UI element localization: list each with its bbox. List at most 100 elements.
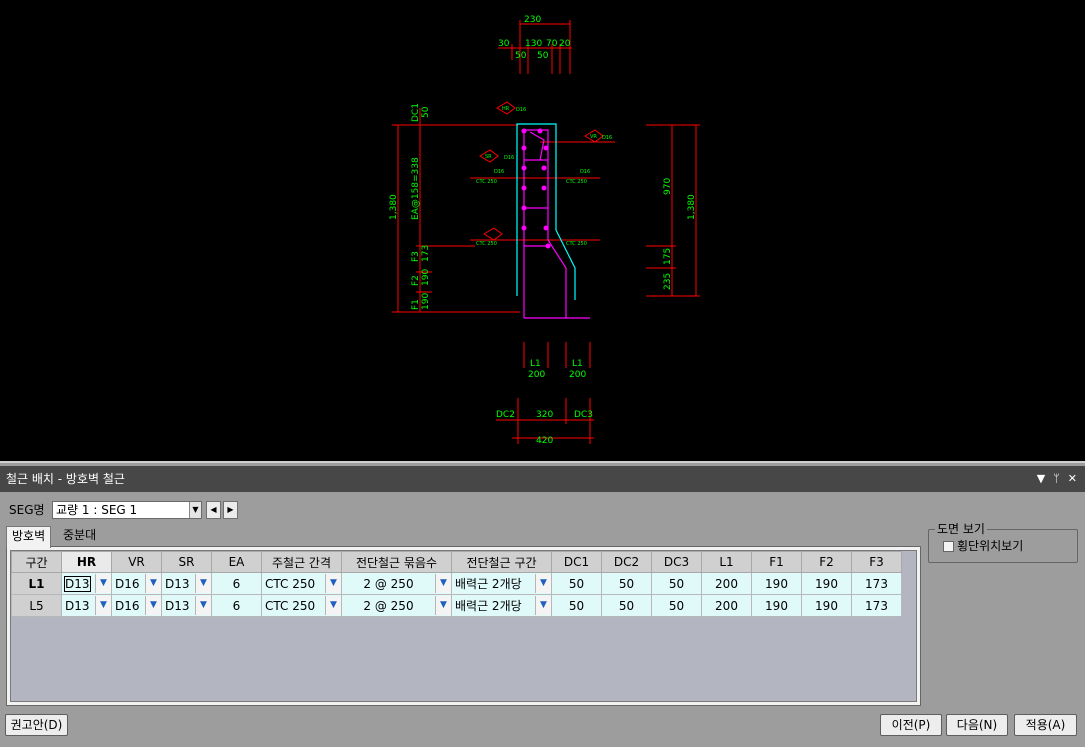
f1-cell[interactable]: 190 bbox=[751, 572, 802, 595]
ea-cell[interactable]: 6 bbox=[211, 594, 262, 617]
seg-select[interactable]: 교량 1 : SEG 1 ▼ bbox=[52, 501, 202, 519]
bundle-value: 2 @ 250 bbox=[363, 576, 414, 591]
chevron-down-icon[interactable]: ▼ bbox=[325, 574, 341, 593]
chevron-down-icon[interactable]: ▼ bbox=[535, 596, 551, 615]
dc1-cell[interactable]: 50 bbox=[551, 572, 602, 595]
svg-text:D16: D16 bbox=[516, 107, 526, 113]
spacing-value: CTC 250 bbox=[265, 576, 316, 591]
f2-cell[interactable]: 190 bbox=[801, 572, 852, 595]
chevron-down-icon[interactable]: ▼ bbox=[189, 502, 201, 518]
chevron-down-icon[interactable]: ▼ bbox=[95, 596, 111, 615]
col-header[interactable]: EA bbox=[211, 551, 262, 573]
svg-text:420: 420 bbox=[536, 436, 553, 446]
col-header[interactable]: HR bbox=[61, 551, 112, 573]
next-button[interactable]: 다음(N) bbox=[946, 714, 1008, 736]
view-options-group: 도면 보기 횡단위치보기 bbox=[928, 522, 1078, 563]
col-header[interactable]: F1 bbox=[751, 551, 802, 573]
dimension-lines bbox=[392, 20, 700, 444]
bundle-combo[interactable]: 2 @ 250 ▼ bbox=[341, 594, 452, 617]
sr-combo[interactable]: D13 ▼ bbox=[161, 572, 212, 595]
svg-text:200: 200 bbox=[569, 370, 586, 380]
vr-combo[interactable]: D16 ▼ bbox=[111, 572, 162, 595]
col-header[interactable]: VR bbox=[111, 551, 162, 573]
section-combo[interactable]: 배력근 2개당 ▼ bbox=[451, 594, 552, 617]
dc1-cell[interactable]: 50 bbox=[551, 594, 602, 617]
rebar-table: 구간 HR VR SR EA 주철근 간격 전단철근 묶음수 전단철근 구간 D… bbox=[11, 551, 902, 617]
hr-combo[interactable]: D13 ▼ bbox=[61, 572, 112, 595]
dc2-cell[interactable]: 50 bbox=[601, 572, 652, 595]
chevron-down-icon[interactable]: ▼ bbox=[145, 574, 161, 593]
close-icon[interactable]: ✕ bbox=[1068, 466, 1077, 492]
svg-text:EA@158=338: EA@158=338 bbox=[411, 157, 421, 220]
chevron-down-icon[interactable]: ▼ bbox=[325, 596, 341, 615]
next-seg-button[interactable]: ▶ bbox=[223, 501, 238, 519]
ea-cell[interactable]: 6 bbox=[211, 572, 262, 595]
spacing-combo[interactable]: CTC 250 ▼ bbox=[261, 594, 342, 617]
panel-title: 철근 배치 - 방호벽 철근 bbox=[6, 472, 125, 486]
row-name[interactable]: L1 bbox=[11, 572, 62, 595]
svg-text:D16: D16 bbox=[494, 169, 504, 175]
svg-text:30: 30 bbox=[498, 39, 510, 49]
svg-text:130: 130 bbox=[525, 39, 542, 49]
col-header[interactable]: SR bbox=[161, 551, 212, 573]
col-header[interactable]: 구간 bbox=[11, 551, 62, 573]
dc3-cell[interactable]: 50 bbox=[651, 594, 702, 617]
col-header[interactable]: 전단철근 구간 bbox=[451, 551, 552, 573]
hr-combo[interactable]: D13 ▼ bbox=[61, 594, 112, 617]
rebar-grid[interactable]: 구간 HR VR SR EA 주철근 간격 전단철근 묶음수 전단철근 구간 D… bbox=[10, 550, 917, 702]
prev-button[interactable]: 이전(P) bbox=[880, 714, 942, 736]
view-group-title: 도면 보기 bbox=[935, 522, 987, 536]
dc2-cell[interactable]: 50 bbox=[601, 594, 652, 617]
tab-barrier[interactable]: 방호벽 bbox=[6, 526, 52, 548]
svg-text:50: 50 bbox=[537, 51, 549, 61]
chevron-down-icon[interactable]: ▼ bbox=[535, 574, 551, 593]
col-header[interactable]: L1 bbox=[701, 551, 752, 573]
col-header[interactable]: 주철근 간격 bbox=[261, 551, 342, 573]
cross-section-label[interactable]: 횡단위치보기 bbox=[957, 538, 1023, 554]
chevron-down-icon[interactable]: ▼ bbox=[195, 596, 211, 615]
recommend-button[interactable]: 권고안(D) bbox=[5, 714, 68, 736]
svg-text:DC2: DC2 bbox=[496, 410, 515, 420]
f3-cell[interactable]: 173 bbox=[851, 594, 902, 617]
col-header[interactable]: DC3 bbox=[651, 551, 702, 573]
table-row[interactable]: L5 D13 ▼ D16 ▼ D13 ▼ 6 CTC 250 ▼ 2 @ 250 ▼ 배력… bbox=[11, 594, 902, 617]
f3-cell[interactable]: 173 bbox=[851, 572, 902, 595]
l1-cell[interactable]: 200 bbox=[701, 594, 752, 617]
cross-section-checkbox[interactable] bbox=[943, 541, 954, 552]
menu-dropdown-icon[interactable]: ▼ bbox=[1037, 466, 1045, 492]
chevron-down-icon[interactable]: ▼ bbox=[95, 574, 111, 593]
chevron-down-icon[interactable]: ▼ bbox=[435, 574, 451, 593]
bundle-combo[interactable]: 2 @ 250 ▼ bbox=[341, 572, 452, 595]
l1-cell[interactable]: 200 bbox=[701, 572, 752, 595]
svg-text:230: 230 bbox=[524, 15, 541, 25]
col-header[interactable]: DC2 bbox=[601, 551, 652, 573]
grid-frame: 구간 HR VR SR EA 주철근 간격 전단철근 묶음수 전단철근 구간 D… bbox=[6, 546, 921, 706]
drawing-canvas[interactable]: 230 30 130 70 20 50 50 DC1 50 EA@158=338… bbox=[0, 0, 1085, 463]
sr-combo[interactable]: D13 ▼ bbox=[161, 594, 212, 617]
svg-text:320: 320 bbox=[536, 410, 553, 420]
section-combo[interactable]: 배력근 2개당 ▼ bbox=[451, 572, 552, 595]
tab-median[interactable]: 중분대 bbox=[58, 526, 101, 546]
col-header[interactable]: F3 bbox=[851, 551, 902, 573]
pin-icon[interactable]: ᛘ bbox=[1053, 466, 1060, 492]
spacing-value: CTC 250 bbox=[265, 598, 316, 613]
prev-seg-button[interactable]: ◀ bbox=[206, 501, 221, 519]
table-row[interactable]: L1 D13 ▼ D16 ▼ D13 ▼ 6 CTC 250 ▼ 2 @ 250 ▼ 배력… bbox=[11, 572, 902, 595]
arrow-left-icon: ◀ bbox=[210, 505, 217, 514]
f1-cell[interactable]: 190 bbox=[751, 594, 802, 617]
rebar-dots bbox=[521, 128, 551, 249]
spacing-combo[interactable]: CTC 250 ▼ bbox=[261, 572, 342, 595]
dc3-cell[interactable]: 50 bbox=[651, 572, 702, 595]
chevron-down-icon[interactable]: ▼ bbox=[145, 596, 161, 615]
col-header[interactable]: 전단철근 묶음수 bbox=[341, 551, 452, 573]
col-header[interactable]: F2 bbox=[801, 551, 852, 573]
chevron-down-icon[interactable]: ▼ bbox=[195, 574, 211, 593]
row-name[interactable]: L5 bbox=[11, 594, 62, 617]
f2-cell[interactable]: 190 bbox=[801, 594, 852, 617]
col-header[interactable]: DC1 bbox=[551, 551, 602, 573]
apply-button[interactable]: 적용(A) bbox=[1014, 714, 1077, 736]
chevron-down-icon[interactable]: ▼ bbox=[435, 596, 451, 615]
svg-text:SR: SR bbox=[485, 154, 492, 160]
bundle-value: 2 @ 250 bbox=[363, 598, 414, 613]
vr-combo[interactable]: D16 ▼ bbox=[111, 594, 162, 617]
